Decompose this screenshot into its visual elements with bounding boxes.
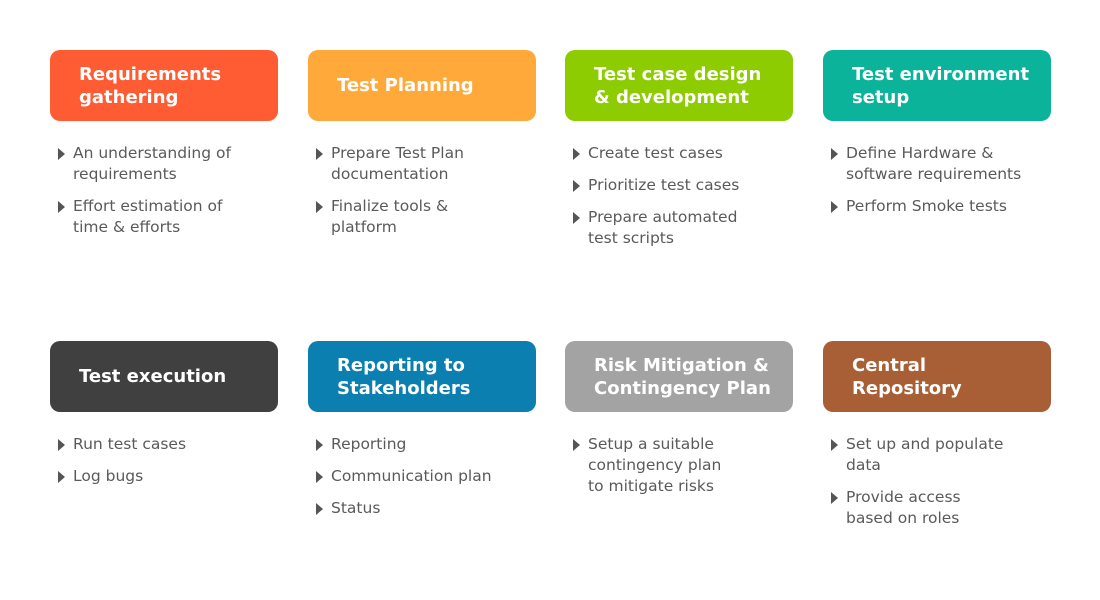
list-item-text: Finalize tools & platform <box>331 197 449 236</box>
list-item-text: Provide access based on roles <box>846 488 961 527</box>
stage-title: Test case design & development <box>565 50 793 121</box>
triangle-bullet-icon <box>573 148 580 160</box>
triangle-bullet-icon <box>316 201 323 213</box>
stage-title: Central Repository <box>823 341 1051 412</box>
triangle-bullet-icon <box>58 439 65 451</box>
stage-card: Central Repository Set up and populate da… <box>823 341 1051 540</box>
triangle-bullet-icon <box>831 492 838 504</box>
stage-title: Test Planning <box>308 50 536 121</box>
triangle-bullet-icon <box>831 201 838 213</box>
list-item-text: Communication plan <box>331 467 492 485</box>
list-item: Effort estimation of time & efforts <box>50 196 278 238</box>
stage-items: Reporting Communication plan Status <box>308 434 536 519</box>
stage-card: Test Planning Prepare Test Plan documenta… <box>308 50 536 249</box>
stage-items: Setup a suitable contingency plan to mit… <box>565 434 793 497</box>
list-item: Log bugs <box>50 466 278 487</box>
triangle-bullet-icon <box>573 180 580 192</box>
list-item-text: Run test cases <box>73 435 187 453</box>
list-item: Run test cases <box>50 434 278 455</box>
stage-card: Test case design & development Create tes… <box>565 50 793 260</box>
list-item: An understanding of requirements <box>50 143 278 185</box>
triangle-bullet-icon <box>316 439 323 451</box>
list-item-text: Effort estimation of time & efforts <box>73 197 223 236</box>
triangle-bullet-icon <box>831 148 838 160</box>
list-item-text: Prepare automated test scripts <box>588 208 738 247</box>
stage-card: Test execution Run test cases Log bugs <box>50 341 278 498</box>
list-item: Set up and populate data <box>823 434 1051 476</box>
stage-title: Reporting to Stakeholders <box>308 341 536 412</box>
triangle-bullet-icon <box>573 212 580 224</box>
triangle-bullet-icon <box>573 439 580 451</box>
stage-items: Set up and populate data Provide access b… <box>823 434 1051 529</box>
stage-card: Risk Mitigation & Contingency Plan Setup … <box>565 341 793 508</box>
stage-title: Test environment setup <box>823 50 1051 121</box>
list-item: Setup a suitable contingency plan to mit… <box>565 434 793 497</box>
list-item: Create test cases <box>565 143 793 164</box>
stage-card: Reporting to Stakeholders Reporting Commun… <box>308 341 536 530</box>
stage-card: Test environment setup Define Hardware & … <box>823 50 1051 228</box>
stage-title: Requirements gathering <box>50 50 278 121</box>
triangle-bullet-icon <box>58 201 65 213</box>
list-item-text: Reporting <box>331 435 407 453</box>
list-item-text: Define Hardware & software requirements <box>846 144 1022 183</box>
list-item: Provide access based on roles <box>823 487 1051 529</box>
list-item-text: Log bugs <box>73 467 144 485</box>
list-item: Perform Smoke tests <box>823 196 1051 217</box>
list-item-text: Set up and populate data <box>846 435 1004 474</box>
list-item-text: Status <box>331 499 381 517</box>
list-item: Reporting <box>308 434 536 455</box>
list-item-text: Perform Smoke tests <box>846 197 1007 215</box>
list-item: Prioritize test cases <box>565 175 793 196</box>
stage-items: An understanding of requirements Effort e… <box>50 143 278 238</box>
stage-title: Test execution <box>50 341 278 412</box>
list-item: Communication plan <box>308 466 536 487</box>
triangle-bullet-icon <box>316 148 323 160</box>
triangle-bullet-icon <box>316 471 323 483</box>
stage-items: Prepare Test Plan documentation Finalize … <box>308 143 536 238</box>
list-item-text: Prioritize test cases <box>588 176 740 194</box>
list-item-text: An understanding of requirements <box>73 144 231 183</box>
list-item: Status <box>308 498 536 519</box>
stage-title: Risk Mitigation & Contingency Plan <box>565 341 793 412</box>
list-item-text: Prepare Test Plan documentation <box>331 144 464 183</box>
stage-items: Create test cases Prioritize test cases Pr… <box>565 143 793 249</box>
stage-items: Define Hardware & software requirements P… <box>823 143 1051 217</box>
triangle-bullet-icon <box>58 148 65 160</box>
list-item: Define Hardware & software requirements <box>823 143 1051 185</box>
list-item: Prepare automated test scripts <box>565 207 793 249</box>
triangle-bullet-icon <box>831 439 838 451</box>
triangle-bullet-icon <box>58 471 65 483</box>
stage-card: Requirements gathering An understanding o… <box>50 50 278 249</box>
triangle-bullet-icon <box>316 503 323 515</box>
list-item-text: Create test cases <box>588 144 723 162</box>
stage-items: Run test cases Log bugs <box>50 434 278 487</box>
list-item: Finalize tools & platform <box>308 196 536 238</box>
list-item: Prepare Test Plan documentation <box>308 143 536 185</box>
list-item-text: Setup a suitable contingency plan to mit… <box>588 435 722 495</box>
